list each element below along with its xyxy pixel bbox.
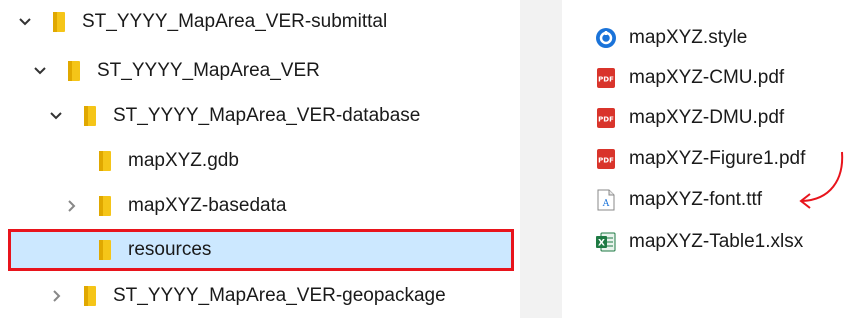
chevron-right-icon[interactable] — [47, 287, 65, 305]
chevron-down-icon[interactable] — [31, 62, 49, 80]
folder-icon — [83, 285, 97, 307]
folder-icon — [98, 239, 112, 261]
file-name: mapXYZ-Figure1.pdf — [629, 148, 806, 169]
file-item[interactable]: PDF mapXYZ-Figure1.pdf — [595, 140, 805, 178]
file-item[interactable]: X mapXYZ-Table1.xlsx — [595, 223, 803, 261]
file-item[interactable]: A mapXYZ-font.ttf — [595, 181, 762, 219]
file-item[interactable]: PDF mapXYZ-DMU.pdf — [595, 99, 784, 137]
svg-text:X: X — [598, 239, 605, 249]
file-name: mapXYZ-Table1.xlsx — [629, 231, 804, 252]
file-name: mapXYZ-CMU.pdf — [629, 67, 785, 88]
svg-text:PDF: PDF — [598, 157, 614, 165]
style-icon — [595, 27, 617, 49]
excel-icon: X — [595, 231, 617, 253]
tree-item-ver[interactable]: ST_YYYY_MapArea_VER — [31, 49, 320, 93]
svg-text:PDF: PDF — [598, 116, 614, 124]
tree-item-label: ST_YYYY_MapArea_VER-database — [113, 105, 421, 126]
tree-item-basedata[interactable]: mapXYZ-basedata — [62, 184, 286, 228]
tree-item-label: mapXYZ.gdb — [128, 150, 239, 171]
folder-icon — [52, 11, 66, 33]
file-name: mapXYZ-DMU.pdf — [629, 107, 785, 128]
folder-icon — [67, 60, 81, 82]
tree-item-resources[interactable]: resources — [62, 228, 211, 272]
pdf-icon: PDF — [595, 107, 617, 129]
pdf-icon: PDF — [595, 148, 617, 170]
tree-item-label: ST_YYYY_MapArea_VER-geopackage — [113, 285, 446, 306]
file-item[interactable]: PDF mapXYZ-CMU.pdf — [595, 59, 784, 97]
folder-icon — [98, 150, 112, 172]
tree-item-label: mapXYZ-basedata — [128, 195, 287, 216]
annotation-arrow — [799, 151, 844, 209]
file-name: mapXYZ.style — [629, 27, 748, 48]
tree-item-submittal[interactable]: ST_YYYY_MapArea_VER-submittal — [16, 0, 387, 44]
file-item[interactable]: mapXYZ.style — [595, 19, 747, 57]
file-name: mapXYZ-font.ttf — [629, 189, 763, 210]
tree-item-label: ST_YYYY_MapArea_VER — [97, 60, 320, 81]
pdf-icon: PDF — [595, 67, 617, 89]
tree-item-label: resources — [128, 239, 212, 260]
chevron-down-icon[interactable] — [16, 13, 34, 31]
svg-text:A: A — [602, 199, 610, 209]
tree-item-gdb[interactable]: mapXYZ.gdb — [62, 139, 239, 183]
chevron-right-icon[interactable] — [62, 197, 80, 215]
tree-item-database[interactable]: ST_YYYY_MapArea_VER-database — [47, 94, 420, 138]
svg-text:PDF: PDF — [598, 76, 614, 84]
tree-item-geopackage[interactable]: ST_YYYY_MapArea_VER-geopackage — [47, 274, 446, 318]
folder-icon — [98, 195, 112, 217]
pane-divider[interactable] — [520, 0, 562, 318]
chevron-down-icon[interactable] — [47, 107, 65, 125]
folder-icon — [83, 105, 97, 127]
font-file-icon: A — [595, 189, 617, 211]
tree-item-label: ST_YYYY_MapArea_VER-submittal — [82, 11, 388, 32]
